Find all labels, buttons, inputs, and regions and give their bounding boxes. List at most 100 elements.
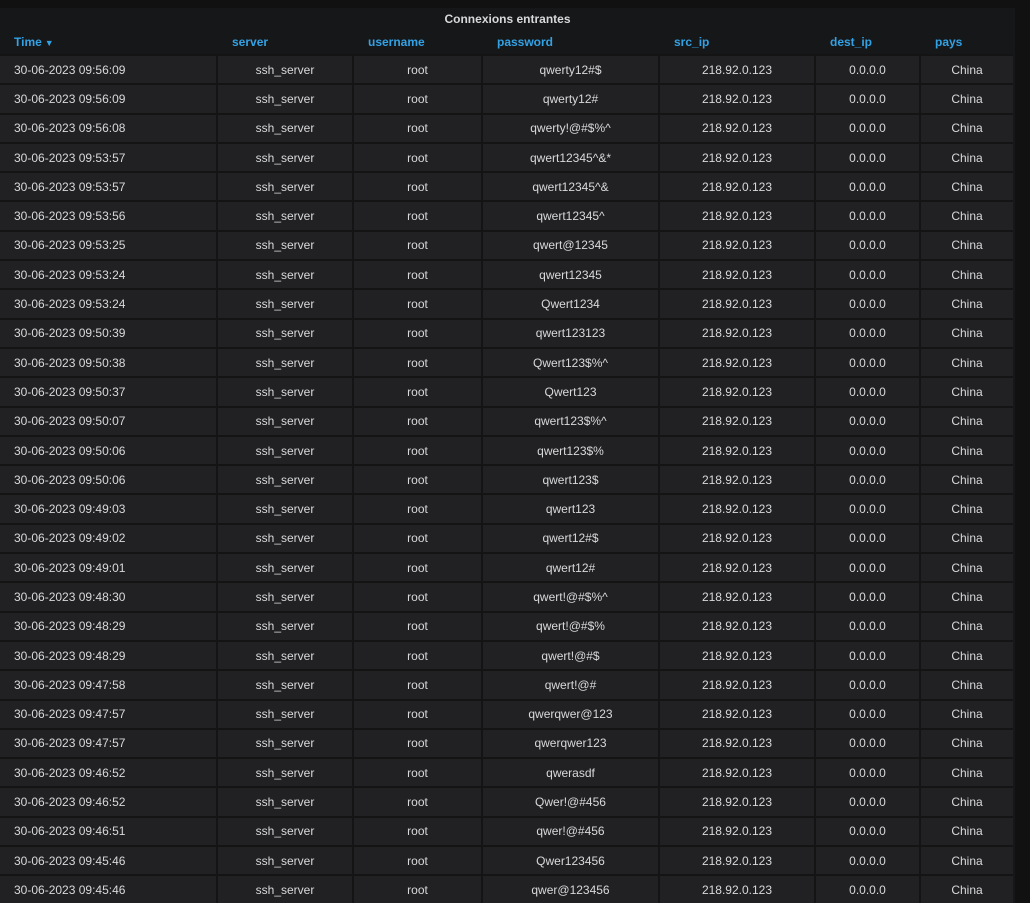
table-row: 30-06-2023 09:49:02 ssh_server root qwert12…	[0, 524, 1013, 555]
cell-username: root	[354, 554, 483, 584]
cell-password: qwert123$%^	[483, 407, 660, 437]
cell-time: 30-06-2023 09:53:24	[0, 290, 218, 320]
table-row: 30-06-2023 09:48:29 ssh_server root qwert!@…	[0, 641, 1013, 672]
cell-src-ip: 218.92.0.123	[660, 759, 816, 789]
column-header-label: username	[368, 35, 425, 49]
cell-dest-ip: 0.0.0.0	[816, 524, 921, 555]
cell-password: Qwer!@#456	[483, 788, 660, 818]
cell-dest-ip: 0.0.0.0	[816, 378, 921, 408]
header-row: Time ▼ server username password src_ip dest_ip…	[0, 30, 1013, 56]
column-header-server[interactable]: server	[218, 30, 354, 56]
cell-username: root	[354, 290, 483, 320]
cell-time: 30-06-2023 09:47:57	[0, 729, 218, 760]
cell-time: 30-06-2023 09:56:09	[0, 56, 218, 86]
cell-src-ip: 218.92.0.123	[660, 700, 816, 730]
cell-server: ssh_server	[218, 759, 354, 789]
cell-time: 30-06-2023 09:53:57	[0, 143, 218, 174]
cell-password: Qwer123456	[483, 847, 660, 877]
cell-username: root	[354, 495, 483, 525]
cell-username: root	[354, 817, 483, 848]
cell-pays: China	[921, 788, 1013, 818]
cell-pays: China	[921, 671, 1013, 701]
cell-username: root	[354, 436, 483, 467]
cell-username: root	[354, 348, 483, 379]
cell-time: 30-06-2023 09:53:25	[0, 231, 218, 262]
cell-time: 30-06-2023 09:53:24	[0, 261, 218, 291]
cell-src-ip: 218.92.0.123	[660, 612, 816, 642]
cell-time: 30-06-2023 09:46:51	[0, 817, 218, 848]
table-row: 30-06-2023 09:50:06 ssh_server root qwert12…	[0, 436, 1013, 467]
table-row: 30-06-2023 09:53:24 ssh_server root Qwert12…	[0, 290, 1013, 320]
cell-time: 30-06-2023 09:45:46	[0, 847, 218, 877]
cell-src-ip: 218.92.0.123	[660, 641, 816, 672]
column-header-password[interactable]: password	[483, 30, 660, 56]
cell-server: ssh_server	[218, 261, 354, 291]
table-row: 30-06-2023 09:53:56 ssh_server root qwert12…	[0, 202, 1013, 232]
cell-server: ssh_server	[218, 407, 354, 437]
cell-time: 30-06-2023 09:46:52	[0, 759, 218, 789]
cell-server: ssh_server	[218, 85, 354, 115]
cell-pays: China	[921, 56, 1013, 86]
cell-time: 30-06-2023 09:50:06	[0, 466, 218, 496]
cell-server: ssh_server	[218, 700, 354, 730]
cell-src-ip: 218.92.0.123	[660, 876, 816, 903]
column-header-time[interactable]: Time ▼	[0, 30, 218, 56]
table-row: 30-06-2023 09:47:57 ssh_server root qwerqwe…	[0, 700, 1013, 730]
cell-time: 30-06-2023 09:48:29	[0, 641, 218, 672]
table-row: 30-06-2023 09:53:25 ssh_server root qwert@1…	[0, 231, 1013, 262]
cell-server: ssh_server	[218, 817, 354, 848]
cell-dest-ip: 0.0.0.0	[816, 319, 921, 349]
cell-username: root	[354, 583, 483, 613]
cell-password: qwert12#$	[483, 524, 660, 555]
cell-username: root	[354, 143, 483, 174]
cell-src-ip: 218.92.0.123	[660, 231, 816, 262]
cell-username: root	[354, 378, 483, 408]
table-row: 30-06-2023 09:48:29 ssh_server root qwert!@…	[0, 612, 1013, 642]
cell-server: ssh_server	[218, 876, 354, 903]
right-gutter	[1015, 0, 1030, 903]
cell-server: ssh_server	[218, 290, 354, 320]
cell-src-ip: 218.92.0.123	[660, 114, 816, 144]
column-header-pays[interactable]: pays	[921, 30, 1013, 56]
table-row: 30-06-2023 09:53:57 ssh_server root qwert12…	[0, 173, 1013, 203]
cell-password: qwerty12#	[483, 85, 660, 115]
cell-password: Qwert123	[483, 378, 660, 408]
cell-src-ip: 218.92.0.123	[660, 466, 816, 496]
table-row: 30-06-2023 09:46:51 ssh_server root qwer!@#…	[0, 817, 1013, 848]
cell-password: qwert12345^	[483, 202, 660, 232]
cell-username: root	[354, 759, 483, 789]
cell-password: qwer@123456	[483, 876, 660, 903]
table-row: 30-06-2023 09:50:07 ssh_server root qwert12…	[0, 407, 1013, 437]
cell-src-ip: 218.92.0.123	[660, 290, 816, 320]
cell-pays: China	[921, 700, 1013, 730]
table-row: 30-06-2023 09:49:01 ssh_server root qwert12…	[0, 554, 1013, 584]
cell-dest-ip: 0.0.0.0	[816, 466, 921, 496]
cell-src-ip: 218.92.0.123	[660, 817, 816, 848]
cell-time: 30-06-2023 09:53:56	[0, 202, 218, 232]
cell-dest-ip: 0.0.0.0	[816, 583, 921, 613]
cell-username: root	[354, 261, 483, 291]
column-header-username[interactable]: username	[354, 30, 483, 56]
cell-src-ip: 218.92.0.123	[660, 143, 816, 174]
cell-pays: China	[921, 817, 1013, 848]
cell-dest-ip: 0.0.0.0	[816, 788, 921, 818]
cell-src-ip: 218.92.0.123	[660, 261, 816, 291]
cell-time: 30-06-2023 09:50:37	[0, 378, 218, 408]
cell-username: root	[354, 319, 483, 349]
cell-src-ip: 218.92.0.123	[660, 348, 816, 379]
cell-server: ssh_server	[218, 143, 354, 174]
panel-title[interactable]: Connexions entrantes	[0, 8, 1015, 30]
cell-src-ip: 218.92.0.123	[660, 524, 816, 555]
cell-pays: China	[921, 378, 1013, 408]
cell-dest-ip: 0.0.0.0	[816, 348, 921, 379]
cell-server: ssh_server	[218, 231, 354, 262]
column-header-dest-ip[interactable]: dest_ip	[816, 30, 921, 56]
cell-server: ssh_server	[218, 495, 354, 525]
cell-username: root	[354, 114, 483, 144]
column-header-src-ip[interactable]: src_ip	[660, 30, 816, 56]
cell-src-ip: 218.92.0.123	[660, 173, 816, 203]
cell-pays: China	[921, 759, 1013, 789]
cell-username: root	[354, 173, 483, 203]
cell-password: qwerqwer@123	[483, 700, 660, 730]
cell-pays: China	[921, 85, 1013, 115]
